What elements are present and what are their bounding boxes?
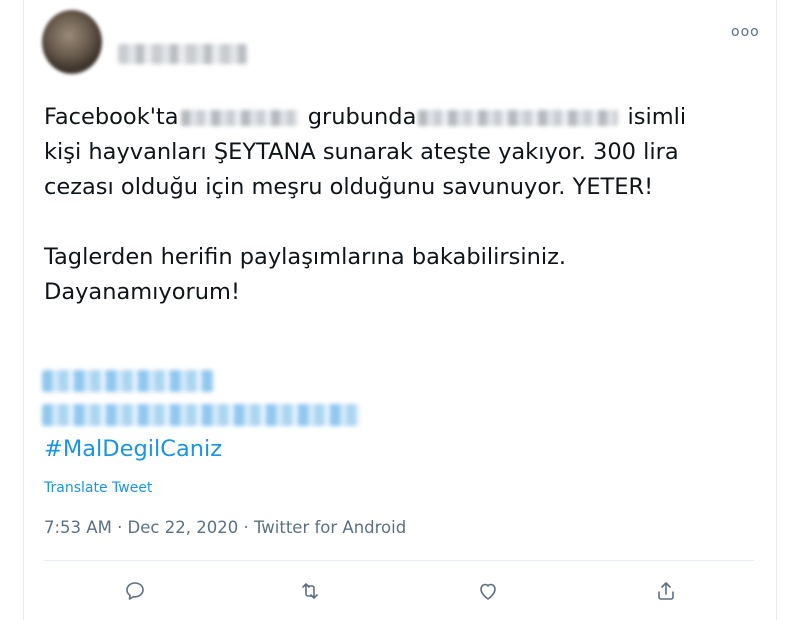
author-name-redacted[interactable] [118,44,248,64]
tweet-line: Facebook'ta grubunda isimli [44,100,764,135]
share-icon [658,582,674,600]
reply-button[interactable] [122,578,148,604]
tweet-line: cezası olduğu için meşru olduğunu savunu… [44,174,654,200]
redacted-tag-link[interactable] [42,404,360,426]
tweet-text-segment: grubunda [307,104,417,130]
tweet-line: kişi hayvanları ŞEYTANA sunarak ateşte y… [44,139,679,165]
like-button[interactable] [475,578,501,604]
redacted-text [180,109,299,126]
tweet-meta: 7:53 AM · Dec 22, 2020 · Twitter for And… [44,518,407,537]
more-options-icon[interactable]: ooo [731,24,760,40]
translate-tweet-link[interactable]: Translate Tweet [44,480,152,496]
avatar[interactable] [42,10,102,74]
redacted-tag-link[interactable] [42,370,214,392]
redacted-text [418,109,619,126]
tweet-text-segment: isimli [627,104,687,130]
hashtag-link[interactable]: #MalDegilCaniz [44,436,222,462]
tweet-line: Dayanamıyorum! [44,279,240,305]
like-icon [480,583,496,600]
tweet-text-segment: Facebook'ta [44,104,179,130]
reply-icon [126,582,144,600]
tweet-line: Taglerden herifin paylaşımlarına bakabil… [44,244,567,270]
divider [44,560,754,561]
retweet-button[interactable] [297,578,323,604]
retweet-icon [302,583,318,599]
share-button[interactable] [653,578,679,604]
tweet-text: Facebook'ta grubunda isimli kişi hayvanl… [44,100,764,310]
